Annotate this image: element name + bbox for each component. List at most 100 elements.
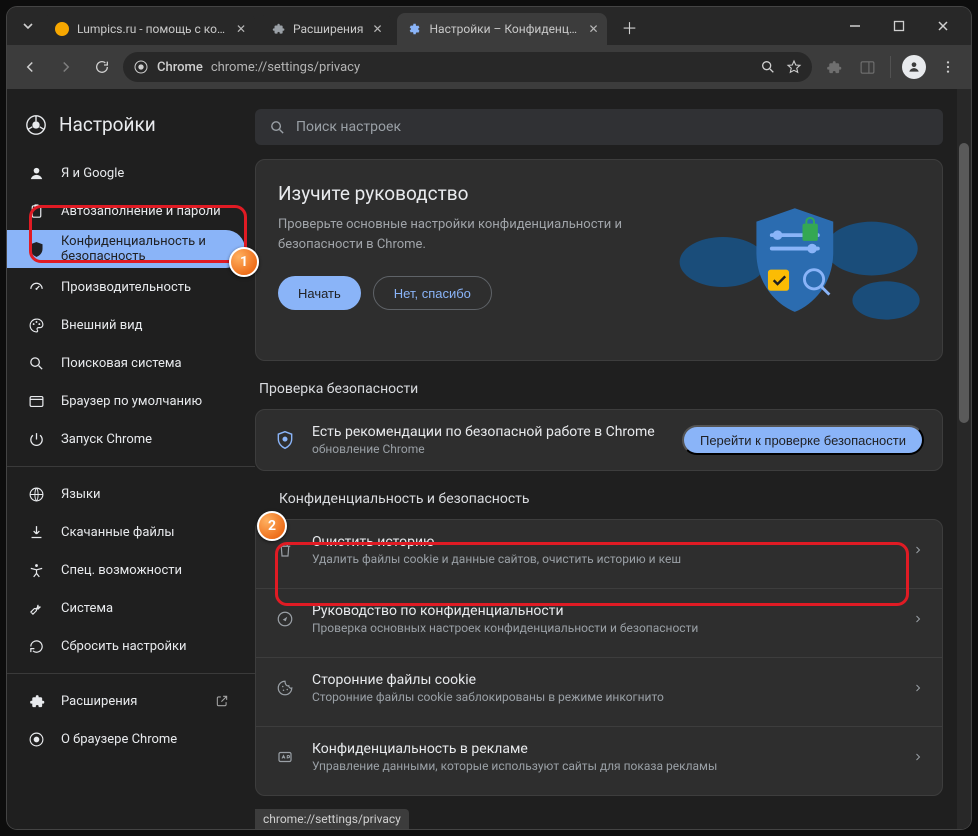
browser-tabstrip: Lumpics.ru - помощь с комп ✕ Расширения … [7, 7, 971, 45]
sidebar-item-label: Скачанные файлы [61, 525, 175, 540]
privacy-row-ads[interactable]: Конфиденциальность в рекламе Управление д… [256, 726, 942, 787]
address-bar[interactable]: Chrome chrome://settings/privacy [123, 52, 812, 82]
safety-check-action-button[interactable]: Перейти к проверке безопасности [682, 425, 924, 455]
annotation-badge-2: 2 [257, 511, 287, 541]
sidebar-item-label: Автозаполнение и пароли [61, 204, 221, 219]
sidebar-item-accessibility[interactable]: Спец. возможности [7, 551, 245, 589]
row-subtitle: Управление данными, которые используют с… [312, 759, 896, 773]
sidebar-item-reset[interactable]: Сбросить настройки [7, 627, 245, 665]
sidebar-item-label: Система [61, 601, 113, 616]
chevron-right-icon [912, 544, 924, 556]
sidebar-item-default[interactable]: Браузер по умолчанию [7, 382, 245, 420]
status-bar: chrome://settings/privacy [255, 809, 409, 829]
guide-illustration [670, 182, 920, 342]
window-close-button[interactable] [921, 7, 965, 45]
chevron-down-icon [22, 20, 34, 32]
guide-start-button[interactable]: Начать [278, 276, 361, 310]
forward-button[interactable] [51, 52, 81, 82]
side-panel-button[interactable] [852, 52, 882, 82]
guide-dismiss-button[interactable]: Нет, спасибо [373, 276, 492, 310]
window-maximize-button[interactable] [877, 7, 921, 45]
settings-sidebar: Настройки Я и GoogleАвтозаполнение и пар… [7, 89, 255, 829]
settings-search-input[interactable]: Поиск настроек [255, 109, 943, 145]
person-icon [27, 164, 45, 182]
avatar-icon [902, 55, 926, 79]
sidebar-item-you[interactable]: Я и Google [7, 154, 245, 192]
ads-icon [274, 746, 296, 768]
privacy-row-trash[interactable]: Очистить историю Удалить файлы cookie и д… [256, 520, 942, 580]
tab-extensions[interactable]: Расширения ✕ [261, 13, 391, 45]
favicon-extensions-icon [271, 22, 285, 36]
sidebar-item-label: Сбросить настройки [61, 639, 186, 654]
reload-button[interactable] [87, 52, 117, 82]
privacy-row-compass[interactable]: Руководство по конфиденциальностиПроверк… [256, 588, 942, 649]
row-subtitle: Проверка основных настроек конфиденциаль… [312, 621, 896, 635]
sidebar-item-about[interactable]: О браузере Chrome [7, 720, 245, 758]
row-subtitle: Сторонние файлы cookie заблокированы в р… [312, 690, 896, 704]
menu-button[interactable] [933, 52, 963, 82]
sidebar-item-search[interactable]: Поисковая система [7, 344, 245, 382]
sidebar-item-label: Конфиденциальность и безопасность [61, 234, 225, 264]
chrome-icon [27, 730, 45, 748]
scrollbar[interactable] [957, 89, 971, 829]
tab-lumpics[interactable]: Lumpics.ru - помощь с комп ✕ [45, 13, 255, 45]
row-title: Конфиденциальность в рекламе [312, 741, 896, 757]
new-tab-button[interactable]: ＋ [615, 13, 643, 41]
search-icon [27, 354, 45, 372]
palette-icon [27, 316, 45, 334]
sidebar-item-label: Внешний вид [61, 318, 143, 333]
cookie-icon [274, 677, 296, 699]
reset-icon [27, 637, 45, 655]
privacy-guide-card: Изучите руководство Проверьте основные н… [255, 159, 943, 361]
safety-check-heading: Проверка безопасности [259, 381, 971, 397]
tab-label: Расширения [293, 22, 363, 36]
sidebar-item-label: Расширения [61, 694, 137, 709]
privacy-row-cookie[interactable]: Сторонние файлы cookieСторонние файлы co… [256, 657, 942, 718]
privacy-rows-card: Очистить историю Удалить файлы cookie и д… [255, 519, 943, 796]
globe-icon [27, 485, 45, 503]
sidebar-item-downloads[interactable]: Скачанные файлы [7, 513, 245, 551]
search-in-page-icon[interactable] [760, 59, 776, 75]
window-minimize-button[interactable] [833, 7, 877, 45]
browser-icon [27, 392, 45, 410]
sidebar-item-autofill[interactable]: Автозаполнение и пароли [7, 192, 245, 230]
accessibility-icon [27, 561, 45, 579]
sidebar-item-languages[interactable]: Языки [7, 475, 245, 513]
sidebar-item-performance[interactable]: Производительность [7, 268, 245, 306]
puzzle-icon [27, 692, 45, 710]
shield-icon [27, 240, 45, 258]
speed-icon [27, 278, 45, 296]
settings-main: Поиск настроек Изучите руководство Прове… [255, 89, 971, 829]
chevron-right-icon [912, 613, 924, 625]
wrench-icon [27, 599, 45, 617]
privacy-section-heading: Конфиденциальность и безопасность [279, 491, 971, 507]
favicon-settings-icon [407, 22, 421, 36]
close-tab-button[interactable]: ✕ [233, 21, 249, 37]
bookmark-star-icon[interactable] [786, 59, 802, 75]
trash-icon [274, 539, 296, 561]
close-tab-button[interactable]: ✕ [369, 21, 385, 37]
sidebar-item-startup[interactable]: Запуск Chrome [7, 420, 245, 458]
tabs-dropdown-button[interactable] [15, 13, 41, 39]
profile-button[interactable] [899, 52, 929, 82]
sidebar-item-label: Запуск Chrome [61, 432, 152, 447]
guide-title: Изучите руководство [278, 182, 650, 205]
sidebar-item-appearance[interactable]: Внешний вид [7, 306, 245, 344]
extensions-button[interactable] [818, 52, 848, 82]
guide-desc: Проверьте основные настройки конфиденциа… [278, 215, 650, 254]
close-tab-button[interactable]: ✕ [585, 21, 601, 37]
sidebar-item-privacy[interactable]: Конфиденциальность и безопасность [7, 230, 245, 268]
row-title: Очистить историю [312, 534, 896, 550]
back-button[interactable] [15, 52, 45, 82]
sidebar-item-label: О браузере Chrome [61, 732, 177, 747]
sidebar-item-system[interactable]: Система [7, 589, 245, 627]
tab-settings[interactable]: Настройки – Конфиденциа ✕ [397, 13, 607, 45]
scrollbar-thumb[interactable] [959, 143, 969, 423]
favicon-lumpics-icon [55, 22, 69, 36]
sidebar-item-extensions[interactable]: Расширения [7, 682, 245, 720]
row-subtitle: Удалить файлы cookie и данные сайтов, оч… [312, 552, 896, 566]
safety-check-card: Есть рекомендации по безопасной работе в… [255, 409, 943, 471]
compass-icon [274, 608, 296, 630]
sidebar-item-label: Языки [61, 487, 101, 502]
address-url: chrome://settings/privacy [211, 60, 360, 75]
